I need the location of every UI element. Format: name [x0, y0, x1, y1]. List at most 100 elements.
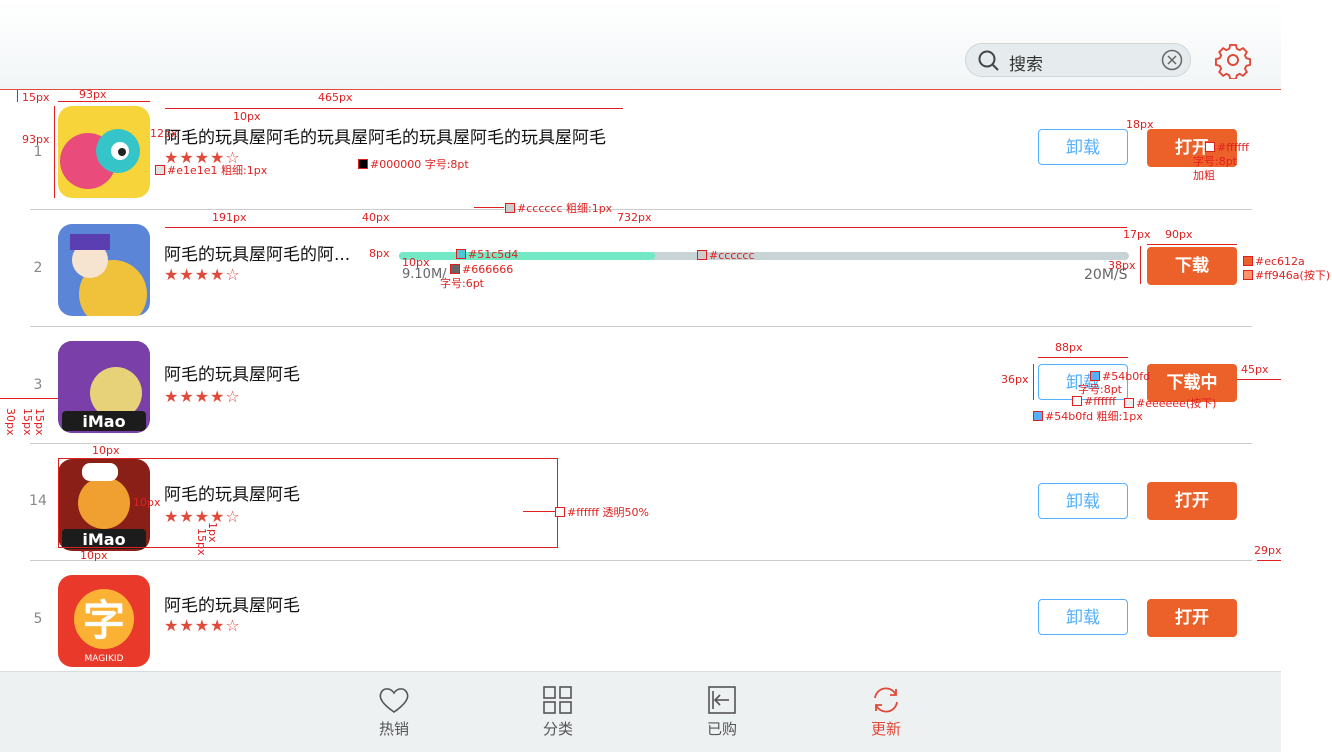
dim-label: 10px [80, 549, 108, 562]
dim-label: 732px [617, 211, 652, 224]
bottom-tab-bar: 热销 分类 已购 更新 [0, 671, 1281, 752]
pressed-state-highlight [58, 458, 558, 548]
dim-label: 36px [1001, 373, 1029, 386]
tab-update[interactable]: 更新 [856, 686, 916, 739]
dim-label: 93px [22, 133, 50, 146]
dim-line [1147, 244, 1237, 245]
svg-text:字: 字 [83, 596, 125, 645]
dim-label: 93px [79, 88, 107, 101]
tab-purchased[interactable]: 已购 [692, 686, 752, 739]
spec-label: #cccccc 粗细:1px [505, 200, 612, 216]
app-screen: 搜索 1 阿毛的玩具屋阿毛的玩具屋阿毛的玩具屋阿毛的玩具屋阿毛 ★★★★☆ 卸载… [0, 0, 1281, 752]
header-divider [0, 89, 1281, 90]
app-name: 阿毛的玩具屋阿毛 [164, 596, 300, 616]
open-button[interactable]: 打开 [1147, 599, 1237, 637]
app-icon[interactable]: iMao [58, 341, 150, 433]
rank-number: 2 [33, 260, 43, 276]
row-divider [30, 326, 1252, 327]
spec-text: #ffffff [1084, 395, 1116, 408]
dim-label: 10px [233, 110, 261, 123]
rating-stars: ★★★★☆ [164, 387, 241, 406]
search-box[interactable]: 搜索 [965, 43, 1191, 77]
spec-text: #51c5d4 [468, 248, 519, 261]
dim-label: 10px [92, 444, 120, 457]
dim-label: 30px [4, 408, 17, 436]
dim-label: 15px [33, 408, 46, 436]
dim-line [165, 227, 1127, 228]
svg-text:iMao: iMao [82, 412, 125, 431]
dim-line [523, 511, 555, 512]
app-icon[interactable]: 字 MAGIKID [58, 575, 150, 667]
rating-stars: ★★★★☆ [164, 616, 241, 635]
spec-text: #cccccc [709, 249, 755, 262]
app-name: 阿毛的玩具屋阿毛的玩具屋阿毛的玩具屋阿毛的玩具屋阿毛 [164, 128, 606, 148]
spec-text: #ff946a(按下) [1255, 269, 1331, 282]
purchased-icon [708, 686, 736, 714]
dim-line [165, 108, 623, 109]
rank-number: 3 [33, 377, 43, 393]
dim-line [1038, 357, 1128, 358]
dim-line [1257, 560, 1281, 561]
spec-label: #51c5d4 [456, 248, 518, 261]
spec-label: 加粗 [1193, 169, 1215, 182]
app-icon[interactable] [58, 224, 150, 316]
download-button[interactable]: 下载 [1147, 247, 1237, 285]
app-name: 阿毛的玩具屋阿毛的阿... [164, 245, 351, 265]
search-placeholder[interactable]: 搜索 [1009, 50, 1043, 75]
dim-line [1140, 246, 1141, 284]
spec-text: #e1e1e1 粗细:1px [167, 164, 268, 177]
refresh-icon [874, 687, 898, 713]
dim-label: 191px [212, 211, 247, 224]
dim-label: 88px [1055, 341, 1083, 354]
tab-label: 分类 [542, 720, 573, 738]
tab-label: 更新 [870, 720, 901, 738]
dim-label: 10px [402, 256, 430, 269]
spec-text: #eeeeee(按下) [1136, 397, 1217, 410]
spec-text: #54b0fd 粗细:1px [1045, 410, 1143, 423]
tab-label: 热销 [378, 720, 409, 738]
app-icon[interactable] [58, 106, 150, 198]
spec-text: #ffffff 透明50% [567, 506, 649, 519]
dim-label: 90px [1165, 228, 1193, 241]
spec-label: #000000 字号:8pt [358, 156, 469, 172]
dim-label: 18px [1126, 118, 1154, 131]
tab-category[interactable]: 分类 [528, 686, 588, 739]
top-bar: 搜索 [0, 0, 1281, 89]
spec-label: #e1e1e1 粗细:1px [155, 162, 267, 178]
spec-label: #ffffff [1072, 395, 1116, 408]
row-divider [30, 443, 1252, 444]
uninstall-button[interactable]: 卸载 [1038, 599, 1128, 635]
tab-hot[interactable]: 热销 [364, 686, 424, 739]
row-divider [30, 560, 1252, 561]
download-progress-fill [399, 252, 655, 260]
rating-stars: ★★★★☆ [164, 265, 241, 284]
dim-label: 40px [362, 211, 390, 224]
rank-number: 5 [33, 611, 43, 627]
dim-label: 15px [195, 528, 208, 556]
spec-text: #000000 字号:8pt [370, 158, 469, 171]
app-name: 阿毛的玩具屋阿毛 [164, 365, 300, 385]
row-divider [30, 209, 1252, 210]
rank-number: 14 [29, 493, 47, 509]
grid-icon [543, 686, 572, 714]
dim-line [54, 106, 55, 198]
open-button[interactable]: 打开 [1147, 482, 1237, 520]
dim-label: 465px [318, 91, 353, 104]
svg-text:MAGIKID: MAGIKID [85, 654, 124, 664]
dim-line [1237, 379, 1281, 380]
settings-gear-icon[interactable] [1215, 43, 1251, 79]
dim-line [0, 398, 58, 399]
spec-text: #cccccc 粗细:1px [517, 202, 613, 215]
clear-icon[interactable] [1161, 49, 1183, 71]
spec-label: #54b0fd 粗细:1px [1033, 408, 1143, 424]
dim-label: 29px [1254, 544, 1282, 557]
rank-number: 1 [33, 144, 43, 160]
tab-label: 已购 [706, 720, 737, 738]
app-row-5[interactable]: 5 字 MAGIKID 阿毛的玩具屋阿毛 ★★★★☆ 卸载 打开 [0, 575, 1281, 667]
app-row-1[interactable]: 1 阿毛的玩具屋阿毛的玩具屋阿毛的玩具屋阿毛的玩具屋阿毛 ★★★★☆ 卸载 打开 [0, 106, 1281, 198]
dim-label: 45px [1241, 363, 1269, 376]
dim-line [474, 207, 504, 208]
uninstall-button[interactable]: 卸载 [1038, 483, 1128, 519]
uninstall-button[interactable]: 卸载 [1038, 129, 1128, 165]
dim-label: 17px [1123, 228, 1151, 241]
